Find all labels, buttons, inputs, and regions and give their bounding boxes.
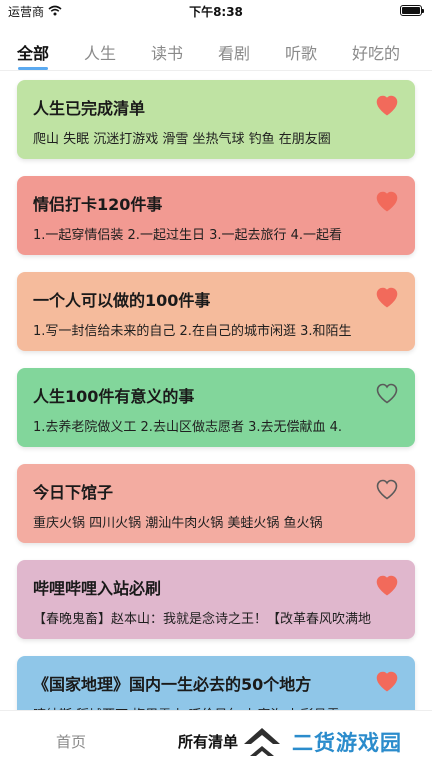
watermark: 二货游戏园 (240, 722, 402, 762)
status-time: 下午8:38 (189, 5, 243, 19)
watermark-text: 二货游戏园 (292, 731, 402, 755)
heart-icon[interactable] (375, 478, 399, 500)
heart-icon[interactable] (375, 190, 399, 212)
list-card[interactable]: 哔哩哔哩入站必刷 【春晚鬼畜】赵本山：我就是念诗之王！【改革春风吹满地 (17, 560, 415, 639)
category-tabs: 全部 人生 读书 看剧 听歌 好吃的 (0, 36, 432, 70)
heart-icon[interactable] (375, 382, 399, 404)
list-card[interactable]: 人生已完成清单 爬山 失眠 沉迷打游戏 滑雪 坐热气球 钓鱼 在朋友圈 (17, 80, 415, 159)
card-title: 一个人可以做的100件事 (33, 291, 211, 310)
card-title: 今日下馆子 (33, 483, 114, 502)
card-description: 【春晚鬼畜】赵本山：我就是念诗之王！【改革春风吹满地 (33, 612, 372, 627)
battery-icon (400, 5, 424, 16)
list-card[interactable]: 今日下馆子 重庆火锅 四川火锅 潮汕牛肉火锅 美蛙火锅 鱼火锅 (17, 464, 415, 543)
list-card[interactable]: 人生100件有意义的事 1.去养老院做义工 2.去山区做志愿者 3.去无偿献血 … (17, 368, 415, 447)
tab-all[interactable]: 全部 (17, 40, 49, 64)
tab-music[interactable]: 听歌 (285, 40, 317, 64)
card-title: 人生100件有意义的事 (33, 387, 195, 406)
card-title: 哔哩哔哩入站必刷 (33, 579, 162, 598)
card-description: 重庆火锅 四川火锅 潮汕牛肉火锅 美蛙火锅 鱼火锅 (33, 516, 323, 531)
card-title: 人生已完成清单 (33, 99, 146, 118)
nav-all-lists[interactable]: 所有清单 (178, 731, 238, 752)
tab-shows[interactable]: 看剧 (218, 40, 250, 64)
tab-life[interactable]: 人生 (84, 40, 116, 64)
card-description: 爬山 失眠 沉迷打游戏 滑雪 坐热气球 钓鱼 在朋友圈 (33, 132, 331, 147)
heart-icon[interactable] (375, 574, 399, 596)
nav-home[interactable]: 首页 (56, 731, 86, 752)
tabs-divider (0, 70, 432, 71)
card-title: 《国家地理》国内一生必去的50个地方 (33, 675, 312, 694)
status-bar: 运营商 下午8:38 (0, 0, 432, 22)
heart-icon[interactable] (375, 670, 399, 692)
list-card[interactable]: 一个人可以做的100件事 1.写一封信给未来的自己 2.在自己的城市闲逛 3.和… (17, 272, 415, 351)
card-description: 1.去养老院做义工 2.去山区做志愿者 3.去无偿献血 4. (33, 420, 343, 435)
tab-reading[interactable]: 读书 (151, 40, 183, 64)
list-card[interactable]: 情侣打卡120件事 1.一起穿情侣装 2.一起过生日 3.一起去旅行 4.一起看 (17, 176, 415, 255)
watermark-logo-icon (240, 722, 284, 762)
heart-icon[interactable] (375, 94, 399, 116)
card-description: 1.一起穿情侣装 2.一起过生日 3.一起去旅行 4.一起看 (33, 228, 343, 243)
card-title: 情侣打卡120件事 (33, 195, 163, 214)
tab-food[interactable]: 好吃的 (352, 40, 400, 64)
card-description: 1.写一封信给未来的自己 2.在自己的城市闲逛 3.和陌生 (33, 324, 352, 339)
heart-icon[interactable] (375, 286, 399, 308)
